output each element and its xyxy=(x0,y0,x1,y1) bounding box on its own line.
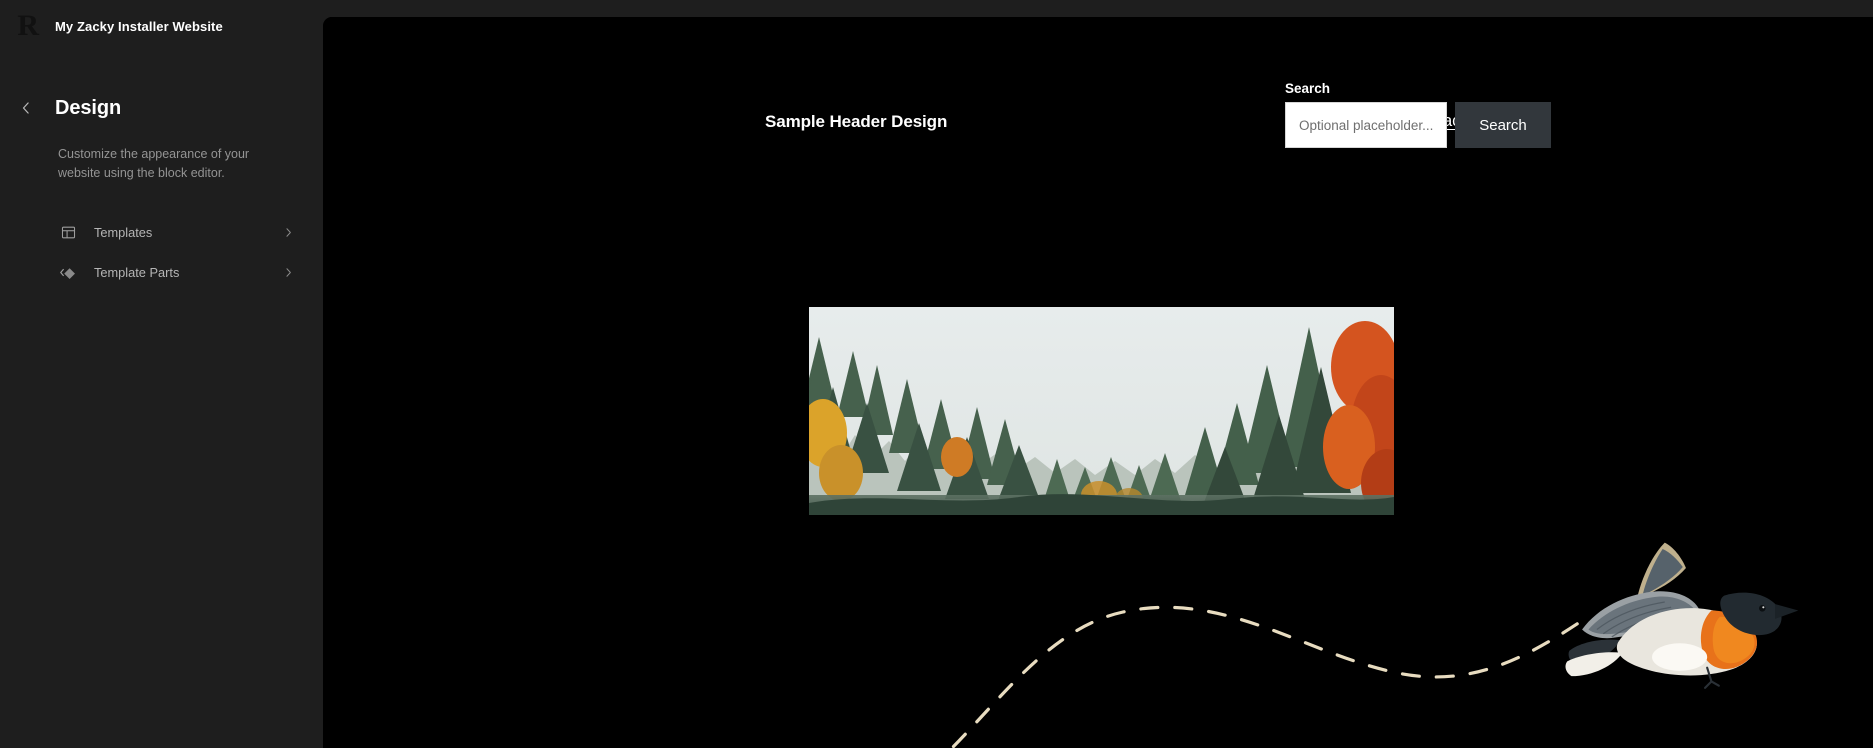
sidebar-item-label: Templates xyxy=(94,224,153,240)
dashed-flight-path xyxy=(949,605,1585,748)
bird-icon xyxy=(1565,542,1799,689)
search-input[interactable] xyxy=(1285,102,1447,148)
bird-illustration-block[interactable] xyxy=(923,542,1799,748)
sidebar-nav: Templates Template Parts xyxy=(46,212,304,292)
site-editor-app: R My Zacky Installer Website Design Cust… xyxy=(0,0,1873,748)
panel-header: Design xyxy=(0,92,323,124)
page-title: Design xyxy=(55,96,122,119)
templates-icon xyxy=(58,222,78,242)
site-preview[interactable]: Sample Header Design About Contact Servi… xyxy=(323,17,1873,748)
editor-sidebar: R My Zacky Installer Website Design Cust… xyxy=(0,0,323,748)
site-logo-icon: R xyxy=(17,9,39,42)
chevron-right-icon xyxy=(280,264,296,280)
search-button[interactable]: Search xyxy=(1455,102,1551,148)
template-parts-icon xyxy=(58,262,78,282)
panel-description: Customize the appearance of your website… xyxy=(58,147,250,180)
hero-image-block[interactable] xyxy=(809,307,1394,515)
chevron-left-icon xyxy=(16,98,36,118)
site-header-block[interactable]: Sample Header Design About Contact Servi… xyxy=(323,81,1873,184)
search-block: Search Search xyxy=(1285,81,1555,148)
sidebar-item-label: Template Parts xyxy=(94,264,180,280)
site-name-heading: Sample Header Design xyxy=(765,112,948,131)
forest-photo xyxy=(809,307,1394,515)
site-hub[interactable]: R My Zacky Installer Website xyxy=(0,0,323,52)
editor-canvas-frame: Sample Header Design About Contact Servi… xyxy=(323,17,1873,748)
search-row: Search xyxy=(1285,102,1555,148)
chevron-right-icon xyxy=(280,224,296,240)
back-button[interactable] xyxy=(10,92,42,124)
sidebar-item-template-parts[interactable]: Template Parts xyxy=(46,252,304,292)
site-title: My Zacky Installer Website xyxy=(55,18,223,34)
bird-with-dashed-path xyxy=(949,542,1799,748)
sidebar-item-templates[interactable]: Templates xyxy=(46,212,304,252)
search-label: Search xyxy=(1285,81,1331,96)
